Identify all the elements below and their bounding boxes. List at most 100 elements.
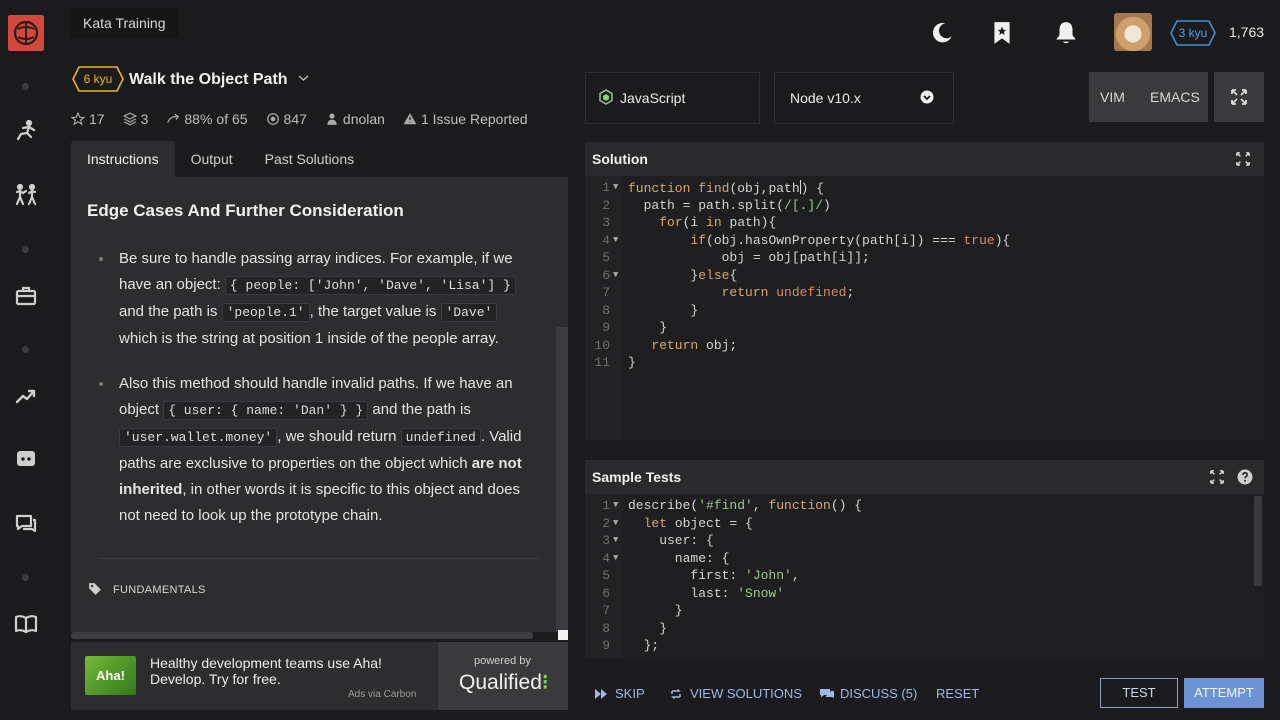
inline-code: 'people.1' [221,303,310,322]
description-scrollbar[interactable] [556,327,568,632]
training-icon[interactable] [14,119,38,143]
text: and the path is [372,401,471,418]
fold-arrow-icon[interactable]: ▼ [613,500,618,510]
code-line: }; [628,638,660,653]
fold-arrow-icon[interactable]: ▼ [613,518,618,528]
fullscreen-button[interactable] [1214,72,1264,122]
fold-arrow-icon[interactable]: ▼ [613,182,618,192]
reset-label: RESET [936,686,980,701]
sample-tests-editor[interactable]: 1 ▼ describe('#find', function() { 2 ▼ l… [585,494,1264,658]
completed-count: 847 [283,111,307,127]
tag-icon [88,582,102,596]
code-line: first: 'John', [628,568,800,583]
star-icon[interactable] [71,112,85,126]
warning-icon [403,112,417,126]
codewars-logo-icon[interactable] [8,15,44,51]
fullscreen-icon [1231,89,1247,105]
user-avatar[interactable] [1114,13,1152,51]
inline-code: 'user.wallet.money' [119,428,278,447]
reset-button[interactable]: RESET [936,686,979,701]
briefcase-icon[interactable] [14,284,38,308]
docs-book-icon[interactable] [14,612,38,636]
satisfaction-icon [166,112,180,126]
horizontal-scrollbar[interactable] [71,632,533,639]
dropdown-circle-icon[interactable] [920,90,934,104]
notifications-bell-icon[interactable] [1053,20,1079,46]
fold-arrow-icon[interactable]: ▼ [613,270,618,280]
tests-scrollbar[interactable] [1254,496,1262,586]
solution-title: Solution [592,151,648,167]
user-rank-badge: 3 kyu [1170,20,1216,46]
line-number: 4 [602,232,610,248]
line-number: 8 [602,302,610,318]
line-number: 2 [602,197,610,213]
inline-code: undefined [400,428,481,447]
chevron-down-icon[interactable] [298,74,309,82]
code-line: let object = { [643,515,753,531]
line-number: 6 [602,585,610,601]
rail-separator [22,574,29,581]
fold-arrow-icon[interactable]: ▼ [613,235,618,245]
satisfaction-percent: 88% [184,111,213,127]
discord-icon[interactable] [14,447,38,471]
ad-text[interactable]: Healthy development teams use Aha! Devel… [150,655,410,687]
skip-button[interactable]: SKIP [595,686,645,701]
kata-stats: 17 3 88% of 65 847 dnolan 1 Issue Report… [71,110,528,128]
inline-code: { people: ['John', 'Dave', 'Lisa'] } [224,276,516,295]
leaderboard-trend-icon[interactable] [14,384,38,408]
ad-via-carbon[interactable]: Ads via Carbon [348,689,416,700]
code-line: return obj; [651,337,738,353]
fold-arrow-icon[interactable]: ▼ [613,535,618,545]
user-rank-label: 3 kyu [1178,26,1208,40]
tab-instructions[interactable]: Instructions [71,141,175,177]
sample-tests-header [585,460,1264,494]
text: which is the string at position 1 inside… [119,330,499,347]
code-line: } [628,320,668,335]
kata-rank-label: 6 kyu [83,72,113,86]
bookmark-icon[interactable] [989,20,1015,46]
practice-icon[interactable] [14,183,38,207]
refresh-icon [670,688,682,700]
qualified-brand: Qualified [459,671,542,694]
attempt-button[interactable]: ATTEMPT [1184,678,1264,708]
line-number: 1 [602,498,610,513]
line-number: 4 [602,550,610,566]
vim-mode-button[interactable]: VIM [1100,89,1125,105]
view-solutions-label: VIEW SOLUTIONS [690,686,802,701]
code-line: last: 'Snow' [628,585,785,601]
discuss-button[interactable]: DISCUSS (5) [820,686,917,701]
discuss-label: DISCUSS (5) [840,686,918,701]
code-line: return undefined; [721,285,855,300]
expand-icon[interactable] [1236,152,1250,166]
issues-link[interactable]: 1 Issue Reported [421,111,528,127]
line-number: 6 [602,267,610,283]
tab-past-solutions[interactable]: Past Solutions [249,141,371,177]
code-line: describe('#find', function() { [628,498,863,513]
text: and the path is [119,303,218,320]
author-link[interactable]: dnolan [343,111,385,127]
help-question-icon[interactable] [1237,469,1253,485]
divider [99,558,539,559]
rail-tooltip: Kata Training [70,8,179,38]
test-button[interactable]: TEST [1100,678,1178,708]
dark-mode-moon-icon[interactable] [929,20,955,46]
solution-editor[interactable]: 1 ▼ function find(obj,path) { 2 path = p… [585,176,1264,440]
qualified-logo: Qualified⁝ [459,671,549,694]
ad-image[interactable]: Aha! [85,656,136,695]
fold-arrow-icon[interactable]: ▼ [613,553,618,563]
expand-icon[interactable] [1210,470,1224,484]
satisfaction-votes: of 65 [216,111,248,127]
code-line: } [628,355,636,370]
rail-separator [22,83,29,90]
line-number: 3 [602,215,610,230]
chat-icon[interactable] [14,512,38,536]
view-solutions-button[interactable]: VIEW SOLUTIONS [670,686,802,701]
tag-fundamentals[interactable]: FUNDAMENTALS [113,584,206,596]
text: , the target value is [309,303,437,320]
inline-code: 'Dave' [440,303,498,322]
author-user-icon [325,112,339,126]
collections-count: 3 [140,111,149,127]
tab-output[interactable]: Output [175,141,249,177]
code-line: path = path.split(/[.]/) [628,197,831,213]
emacs-mode-button[interactable]: EMACS [1150,89,1200,105]
